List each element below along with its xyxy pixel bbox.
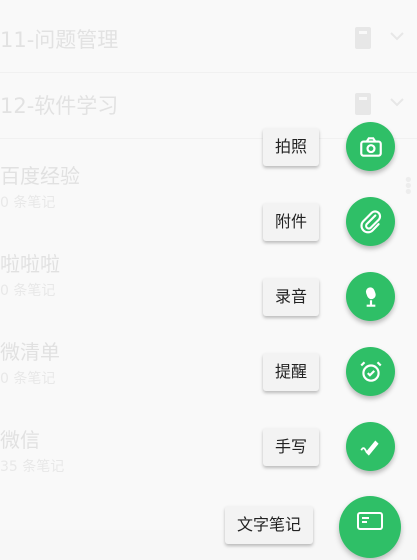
fab-label[interactable]: 附件 [262, 203, 319, 241]
fab-label[interactable]: 拍照 [262, 128, 319, 166]
fab-item-handwrite[interactable]: 手写 [0, 418, 417, 478]
microphone-icon[interactable] [346, 272, 395, 321]
text-note-icon[interactable] [339, 496, 401, 558]
fab-label[interactable]: 提醒 [262, 353, 319, 391]
fab-label[interactable]: 手写 [262, 428, 319, 466]
fab-item-camera[interactable]: 拍照 [0, 118, 417, 178]
fab-label[interactable]: 录音 [262, 278, 319, 316]
paperclip-icon[interactable] [346, 197, 395, 246]
alarm-clock-icon[interactable] [346, 347, 395, 396]
pen-icon[interactable] [346, 422, 395, 471]
fab-label[interactable]: 文字笔记 [224, 506, 313, 544]
fab-item-attachment[interactable]: 附件 [0, 193, 417, 253]
fab-item-record[interactable]: 录音 [0, 268, 417, 328]
fab-item-reminder[interactable]: 提醒 [0, 343, 417, 403]
camera-icon[interactable] [346, 122, 395, 171]
